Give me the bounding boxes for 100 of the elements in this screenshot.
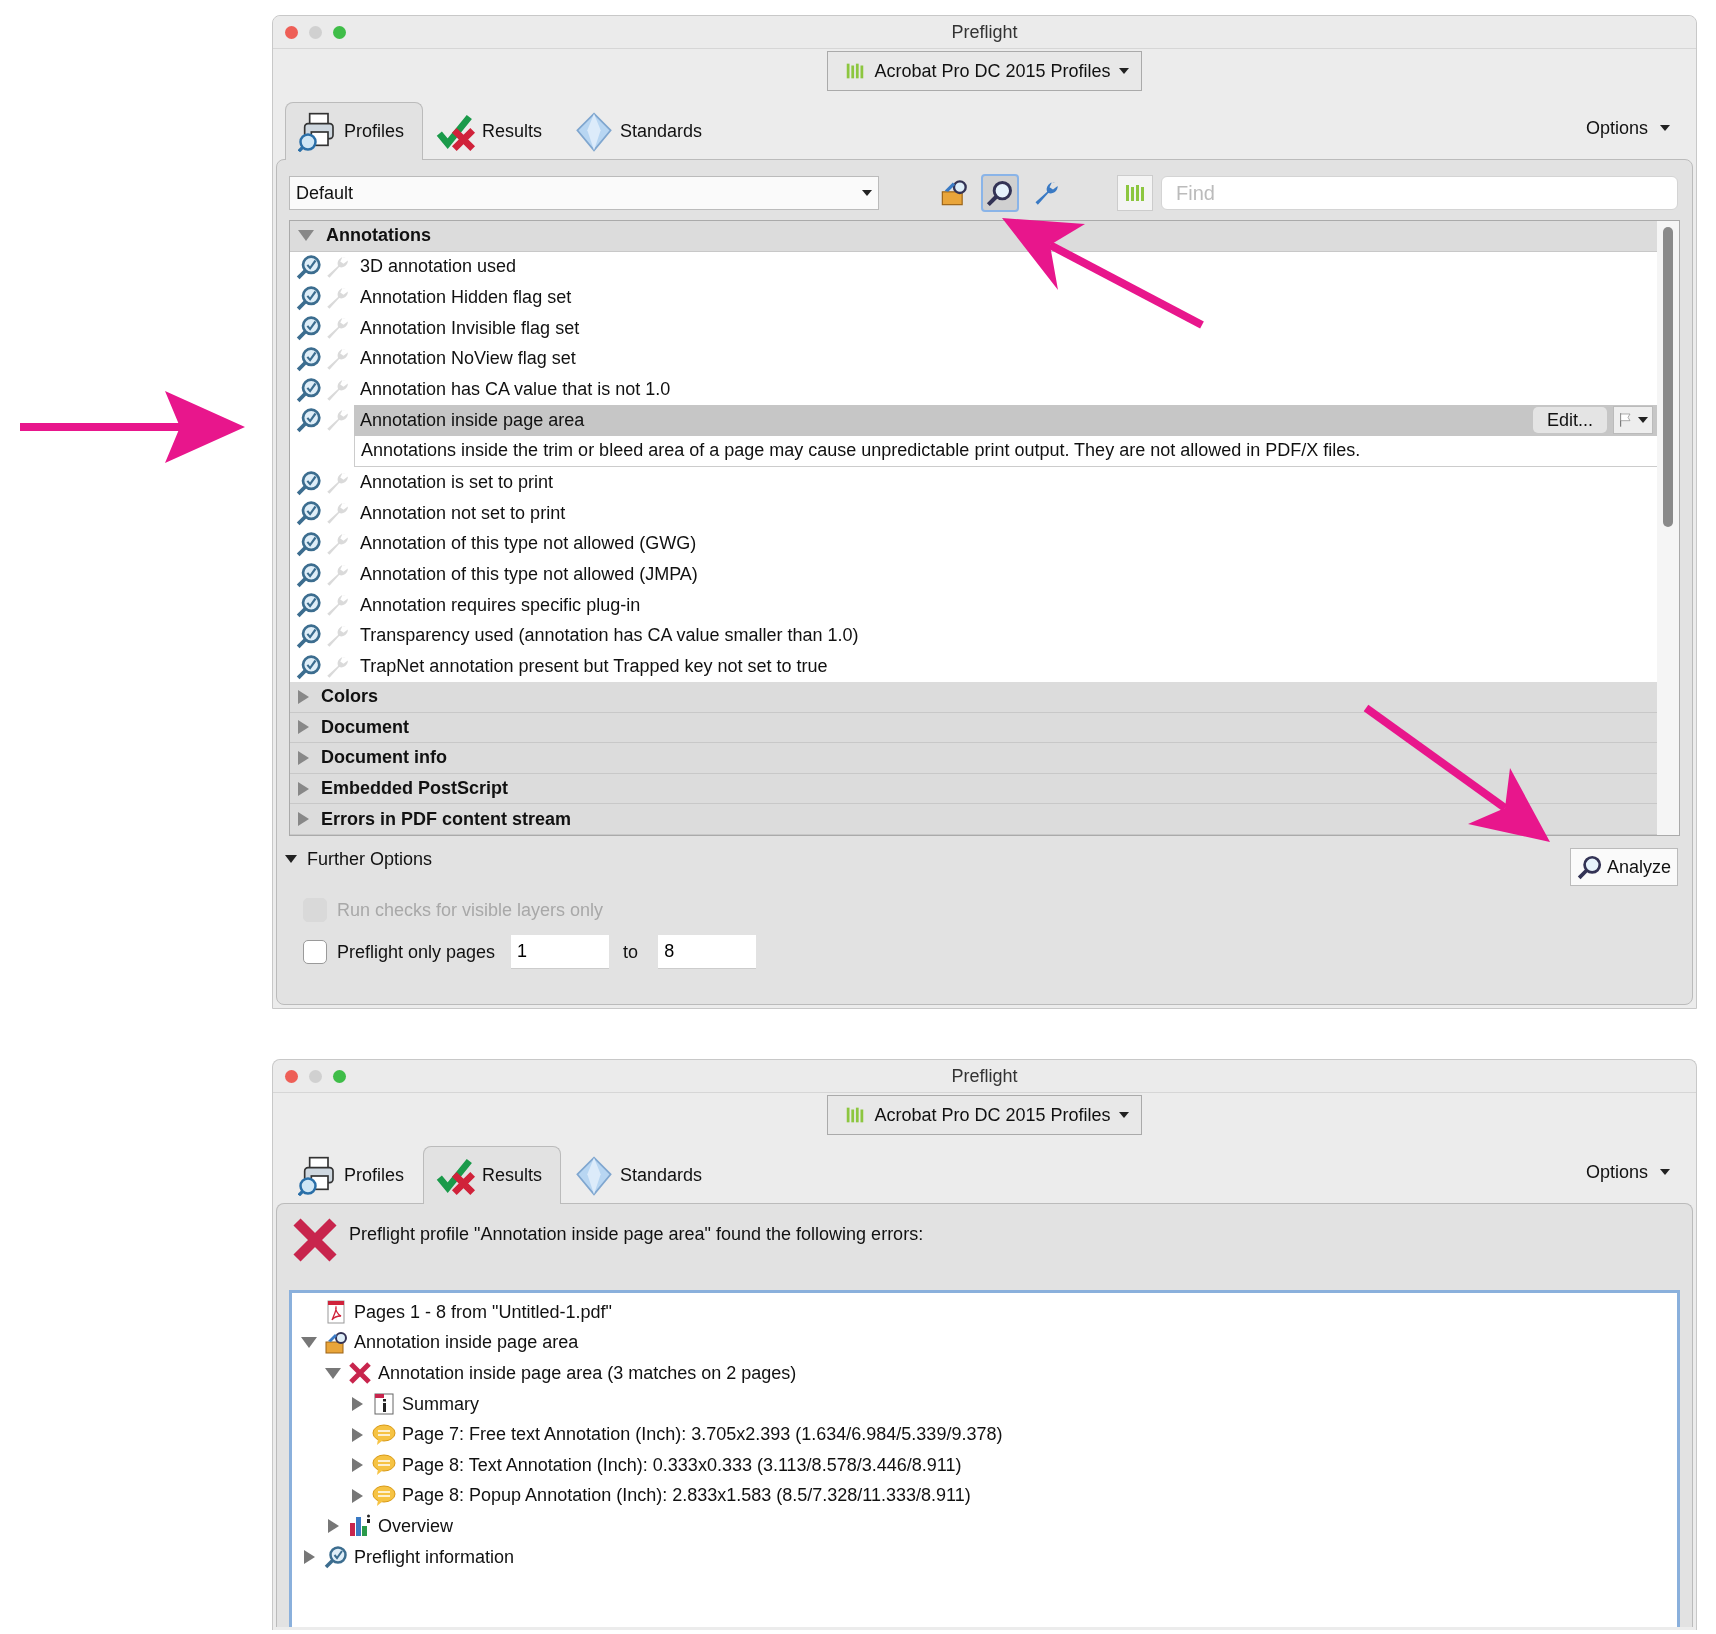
- caret-icon: [1660, 125, 1670, 131]
- check-label[interactable]: Annotation inside page area: [360, 409, 585, 431]
- profile-library-dropdown[interactable]: Acrobat Pro DC 2015 Profiles: [827, 51, 1142, 91]
- search-icon: [296, 254, 322, 280]
- check-label[interactable]: Annotation requires specific plug-in: [360, 594, 641, 616]
- search-icon: [296, 315, 322, 342]
- description-text: Annotations inside the trim or bleed area of a page may cause unpredictable print output. They are not allowed in PDF/X files.: [354, 435, 1657, 468]
- check-label[interactable]: Annotation has CA value that is not 1.0: [360, 379, 671, 401]
- window-control[interactable]: [333, 25, 346, 39]
- selected-row[interactable]: Annotation inside page area Edit...: [354, 404, 1657, 436]
- group-label: Document: [321, 716, 409, 738]
- search-icon: [296, 653, 322, 680]
- group-label: Annotations: [326, 225, 431, 247]
- tree-item[interactable]: Annotation inside page area (3 matches on 2 pages): [378, 1363, 797, 1384]
- chart-icon: [348, 1514, 372, 1539]
- caret-icon: [1118, 68, 1129, 74]
- options-menu[interactable]: Options: [1585, 97, 1684, 159]
- search-icon: [1576, 854, 1603, 880]
- tree-item[interactable]: Page 8: Text Annotation (Inch): 0.333x0.333 (3.113/8.578/3.446/8.911): [402, 1454, 962, 1476]
- status-message: Preflight profile "Annotation inside page area" found the following errors:: [349, 1223, 924, 1245]
- error-icon: [291, 1216, 339, 1264]
- caret-icon: [862, 190, 872, 196]
- check-label[interactable]: Annotation of this type not allowed (JMPA): [360, 564, 698, 586]
- search-icon: [296, 284, 322, 311]
- search-icon: [296, 622, 322, 649]
- tree-item[interactable]: Page 7: Free text Annotation (Inch): 3.705x2.393 (1.634/6.984/5.339/9.378): [402, 1424, 1003, 1446]
- summary-icon: [372, 1392, 396, 1417]
- window-control[interactable]: [333, 1069, 346, 1083]
- search-icon: [296, 407, 322, 434]
- window-title: Preflight: [951, 21, 1018, 42]
- checkbox[interactable]: [303, 940, 327, 964]
- options-menu[interactable]: Options: [1585, 1141, 1684, 1203]
- search-icon: [986, 179, 1014, 207]
- group-label: Colors: [321, 686, 378, 708]
- group-header[interactable]: Annotations: [290, 221, 1657, 252]
- profile-library-dropdown[interactable]: Acrobat Pro DC 2015 Profiles: [827, 1095, 1142, 1135]
- group-label: Errors in PDF content stream: [321, 808, 572, 830]
- group-header[interactable]: Embedded PostScript: [290, 773, 1657, 805]
- caret-icon: [1660, 1169, 1670, 1175]
- check-label[interactable]: Annotation Invisible flag set: [360, 317, 580, 339]
- tree-item[interactable]: Page 8: Popup Annotation (Inch): 2.833x1.583 (8.5/7.328/11.333/8.911): [402, 1485, 971, 1507]
- group-header[interactable]: Colors: [290, 681, 1657, 713]
- check-label[interactable]: Annotation is set to print: [360, 472, 554, 494]
- range-label: to: [623, 941, 639, 963]
- check-label[interactable]: Annotation Hidden flag set: [360, 287, 572, 309]
- analyze-button[interactable]: Analyze: [1569, 848, 1678, 886]
- check-label[interactable]: Annotation NoView flag set: [360, 348, 576, 370]
- tab[interactable]: Profiles: [285, 102, 424, 160]
- comment-icon: [372, 1422, 396, 1447]
- caret-icon: [1118, 1112, 1129, 1118]
- tree-item[interactable]: Preflight information: [354, 1546, 515, 1568]
- toolbox-icon: [940, 179, 968, 207]
- error-icon: [348, 1361, 372, 1386]
- group-header[interactable]: Document info: [290, 743, 1657, 774]
- tree-item[interactable]: Overview: [378, 1515, 453, 1537]
- tree-item[interactable]: Pages 1 - 8 from "Untitled-1.pdf": [354, 1301, 612, 1323]
- window-control[interactable]: [285, 25, 298, 39]
- window-title: Preflight: [951, 1065, 1018, 1086]
- scroll-thumb[interactable]: [1663, 227, 1673, 527]
- flag-dropdown[interactable]: [1613, 406, 1653, 435]
- tree-item[interactable]: Annotation inside page area: [354, 1332, 579, 1354]
- toolbar-button[interactable]: [981, 174, 1019, 212]
- search-icon: [324, 1545, 348, 1570]
- tab[interactable]: Results: [423, 1146, 562, 1204]
- group-label: Document info: [321, 747, 447, 769]
- search-icon: [296, 530, 322, 557]
- input-field[interactable]: 1: [511, 935, 610, 969]
- check-label[interactable]: Transparency used (annotation has CA value smaller than 1.0): [360, 625, 859, 647]
- group-label: Embedded PostScript: [321, 778, 509, 800]
- search-icon: [296, 345, 322, 372]
- option-label: Preflight only pages: [337, 941, 496, 963]
- tree-item[interactable]: Summary: [402, 1393, 479, 1415]
- caret-icon: [1638, 417, 1648, 424]
- search-field[interactable]: Find: [1161, 176, 1678, 210]
- search-icon: [296, 561, 322, 588]
- group-header[interactable]: Errors in PDF content stream: [290, 804, 1657, 835]
- diamond-icon: [574, 111, 615, 152]
- search-icon: [296, 500, 322, 527]
- library-button[interactable]: [1117, 175, 1153, 211]
- search-icon: [296, 376, 322, 403]
- toolbox-icon: [324, 1330, 348, 1355]
- input-field[interactable]: 8: [658, 935, 757, 969]
- comment-icon: [372, 1483, 396, 1508]
- diamond-icon: [574, 1155, 615, 1196]
- scrollbar[interactable]: [1657, 221, 1679, 835]
- check-label[interactable]: Annotation not set to print: [360, 502, 566, 524]
- edit-button[interactable]: Edit...: [1532, 407, 1607, 434]
- check-label[interactable]: 3D annotation used: [360, 256, 517, 278]
- search-icon: [296, 469, 322, 496]
- profile-dropdown[interactable]: Default: [289, 176, 879, 210]
- option-label: Run checks for visible layers only: [337, 899, 604, 921]
- group-header[interactable]: Document: [290, 712, 1657, 744]
- disclosure-triangle-icon[interactable]: [285, 855, 297, 863]
- tab[interactable]: Results: [423, 102, 562, 160]
- section-toggle[interactable]: Further Options: [307, 848, 433, 870]
- flag-icon: [1618, 411, 1634, 430]
- window-control[interactable]: [285, 1069, 298, 1083]
- check-label[interactable]: TrapNet annotation present but Trapped key not set to true: [360, 656, 828, 677]
- check-label[interactable]: Annotation of this type not allowed (GWG): [360, 533, 697, 555]
- comment-icon: [372, 1453, 396, 1478]
